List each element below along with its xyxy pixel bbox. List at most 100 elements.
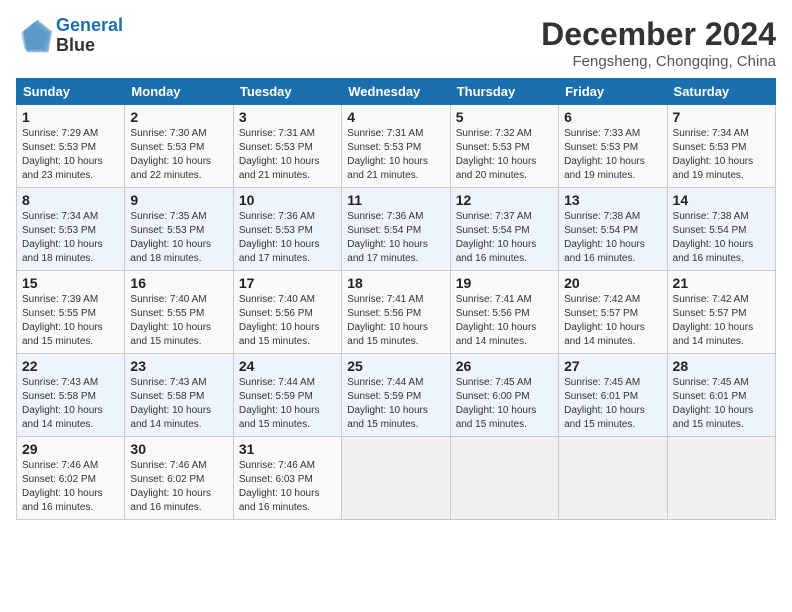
day-info: Sunrise: 7:41 AMSunset: 5:56 PMDaylight:… bbox=[456, 293, 553, 349]
header-tuesday: Tuesday bbox=[233, 79, 341, 105]
calendar-cell: 17 Sunrise: 7:40 AMSunset: 5:56 PMDaylig… bbox=[233, 271, 341, 354]
day-info: Sunrise: 7:42 AMSunset: 5:57 PMDaylight:… bbox=[564, 293, 661, 349]
day-info: Sunrise: 7:29 AMSunset: 5:53 PMDaylight:… bbox=[22, 127, 119, 183]
logo-line1: General bbox=[56, 15, 123, 35]
day-info: Sunrise: 7:36 AMSunset: 5:54 PMDaylight:… bbox=[347, 210, 444, 266]
day-info: Sunrise: 7:40 AMSunset: 5:56 PMDaylight:… bbox=[239, 293, 336, 349]
day-number: 14 bbox=[673, 192, 770, 208]
header-sunday: Sunday bbox=[17, 79, 125, 105]
calendar-cell: 30 Sunrise: 7:46 AMSunset: 6:02 PMDaylig… bbox=[125, 437, 233, 520]
calendar-cell: 29 Sunrise: 7:46 AMSunset: 6:02 PMDaylig… bbox=[17, 437, 125, 520]
day-number: 10 bbox=[239, 192, 336, 208]
calendar-cell: 27 Sunrise: 7:45 AMSunset: 6:01 PMDaylig… bbox=[559, 354, 667, 437]
day-info: Sunrise: 7:33 AMSunset: 5:53 PMDaylight:… bbox=[564, 127, 661, 183]
day-info: Sunrise: 7:32 AMSunset: 5:53 PMDaylight:… bbox=[456, 127, 553, 183]
calendar-table: SundayMondayTuesdayWednesdayThursdayFrid… bbox=[16, 78, 776, 520]
calendar-cell: 12 Sunrise: 7:37 AMSunset: 5:54 PMDaylig… bbox=[450, 188, 558, 271]
header-monday: Monday bbox=[125, 79, 233, 105]
calendar-week-2: 8 Sunrise: 7:34 AMSunset: 5:53 PMDayligh… bbox=[17, 188, 776, 271]
calendar-cell: 15 Sunrise: 7:39 AMSunset: 5:55 PMDaylig… bbox=[17, 271, 125, 354]
day-info: Sunrise: 7:46 AMSunset: 6:02 PMDaylight:… bbox=[130, 459, 227, 515]
day-info: Sunrise: 7:34 AMSunset: 5:53 PMDaylight:… bbox=[673, 127, 770, 183]
day-number: 24 bbox=[239, 358, 336, 374]
day-number: 3 bbox=[239, 109, 336, 125]
day-info: Sunrise: 7:35 AMSunset: 5:53 PMDaylight:… bbox=[130, 210, 227, 266]
calendar-cell: 7 Sunrise: 7:34 AMSunset: 5:53 PMDayligh… bbox=[667, 105, 775, 188]
calendar-cell bbox=[559, 437, 667, 520]
day-number: 30 bbox=[130, 441, 227, 457]
day-info: Sunrise: 7:31 AMSunset: 5:53 PMDaylight:… bbox=[239, 127, 336, 183]
logo-text: General Blue bbox=[56, 16, 123, 56]
day-info: Sunrise: 7:39 AMSunset: 5:55 PMDaylight:… bbox=[22, 293, 119, 349]
day-number: 25 bbox=[347, 358, 444, 374]
title-block: December 2024 Fengsheng, Chongqing, Chin… bbox=[541, 16, 776, 70]
header-friday: Friday bbox=[559, 79, 667, 105]
day-number: 22 bbox=[22, 358, 119, 374]
day-info: Sunrise: 7:31 AMSunset: 5:53 PMDaylight:… bbox=[347, 127, 444, 183]
calendar-cell: 13 Sunrise: 7:38 AMSunset: 5:54 PMDaylig… bbox=[559, 188, 667, 271]
calendar-cell: 25 Sunrise: 7:44 AMSunset: 5:59 PMDaylig… bbox=[342, 354, 450, 437]
day-number: 9 bbox=[130, 192, 227, 208]
calendar-cell: 24 Sunrise: 7:44 AMSunset: 5:59 PMDaylig… bbox=[233, 354, 341, 437]
calendar-week-3: 15 Sunrise: 7:39 AMSunset: 5:55 PMDaylig… bbox=[17, 271, 776, 354]
calendar-cell: 19 Sunrise: 7:41 AMSunset: 5:56 PMDaylig… bbox=[450, 271, 558, 354]
calendar-cell: 26 Sunrise: 7:45 AMSunset: 6:00 PMDaylig… bbox=[450, 354, 558, 437]
day-number: 19 bbox=[456, 275, 553, 291]
day-number: 28 bbox=[673, 358, 770, 374]
page-header: General Blue December 2024 Fengsheng, Ch… bbox=[16, 16, 776, 70]
day-number: 5 bbox=[456, 109, 553, 125]
calendar-cell bbox=[450, 437, 558, 520]
day-number: 2 bbox=[130, 109, 227, 125]
day-info: Sunrise: 7:41 AMSunset: 5:56 PMDaylight:… bbox=[347, 293, 444, 349]
calendar-cell: 31 Sunrise: 7:46 AMSunset: 6:03 PMDaylig… bbox=[233, 437, 341, 520]
calendar-cell: 6 Sunrise: 7:33 AMSunset: 5:53 PMDayligh… bbox=[559, 105, 667, 188]
day-number: 15 bbox=[22, 275, 119, 291]
day-number: 23 bbox=[130, 358, 227, 374]
calendar-cell: 28 Sunrise: 7:45 AMSunset: 6:01 PMDaylig… bbox=[667, 354, 775, 437]
day-number: 1 bbox=[22, 109, 119, 125]
calendar-cell: 20 Sunrise: 7:42 AMSunset: 5:57 PMDaylig… bbox=[559, 271, 667, 354]
logo: General Blue bbox=[16, 16, 123, 56]
calendar-cell bbox=[342, 437, 450, 520]
day-number: 8 bbox=[22, 192, 119, 208]
calendar-subtitle: Fengsheng, Chongqing, China bbox=[541, 53, 776, 70]
calendar-week-1: 1 Sunrise: 7:29 AMSunset: 5:53 PMDayligh… bbox=[17, 105, 776, 188]
header-saturday: Saturday bbox=[667, 79, 775, 105]
header-thursday: Thursday bbox=[450, 79, 558, 105]
calendar-cell: 1 Sunrise: 7:29 AMSunset: 5:53 PMDayligh… bbox=[17, 105, 125, 188]
calendar-cell: 4 Sunrise: 7:31 AMSunset: 5:53 PMDayligh… bbox=[342, 105, 450, 188]
day-number: 7 bbox=[673, 109, 770, 125]
day-info: Sunrise: 7:40 AMSunset: 5:55 PMDaylight:… bbox=[130, 293, 227, 349]
day-info: Sunrise: 7:44 AMSunset: 5:59 PMDaylight:… bbox=[347, 376, 444, 432]
day-info: Sunrise: 7:38 AMSunset: 5:54 PMDaylight:… bbox=[564, 210, 661, 266]
day-info: Sunrise: 7:37 AMSunset: 5:54 PMDaylight:… bbox=[456, 210, 553, 266]
day-number: 6 bbox=[564, 109, 661, 125]
day-info: Sunrise: 7:45 AMSunset: 6:00 PMDaylight:… bbox=[456, 376, 553, 432]
day-info: Sunrise: 7:44 AMSunset: 5:59 PMDaylight:… bbox=[239, 376, 336, 432]
calendar-cell: 21 Sunrise: 7:42 AMSunset: 5:57 PMDaylig… bbox=[667, 271, 775, 354]
day-number: 17 bbox=[239, 275, 336, 291]
calendar-cell: 8 Sunrise: 7:34 AMSunset: 5:53 PMDayligh… bbox=[17, 188, 125, 271]
calendar-week-5: 29 Sunrise: 7:46 AMSunset: 6:02 PMDaylig… bbox=[17, 437, 776, 520]
calendar-cell: 18 Sunrise: 7:41 AMSunset: 5:56 PMDaylig… bbox=[342, 271, 450, 354]
day-number: 27 bbox=[564, 358, 661, 374]
day-info: Sunrise: 7:38 AMSunset: 5:54 PMDaylight:… bbox=[673, 210, 770, 266]
day-info: Sunrise: 7:36 AMSunset: 5:53 PMDaylight:… bbox=[239, 210, 336, 266]
day-info: Sunrise: 7:46 AMSunset: 6:02 PMDaylight:… bbox=[22, 459, 119, 515]
day-number: 21 bbox=[673, 275, 770, 291]
logo-icon bbox=[16, 18, 52, 54]
day-info: Sunrise: 7:45 AMSunset: 6:01 PMDaylight:… bbox=[564, 376, 661, 432]
day-number: 4 bbox=[347, 109, 444, 125]
day-info: Sunrise: 7:43 AMSunset: 5:58 PMDaylight:… bbox=[130, 376, 227, 432]
calendar-cell: 16 Sunrise: 7:40 AMSunset: 5:55 PMDaylig… bbox=[125, 271, 233, 354]
day-info: Sunrise: 7:43 AMSunset: 5:58 PMDaylight:… bbox=[22, 376, 119, 432]
day-number: 20 bbox=[564, 275, 661, 291]
day-number: 31 bbox=[239, 441, 336, 457]
calendar-cell: 5 Sunrise: 7:32 AMSunset: 5:53 PMDayligh… bbox=[450, 105, 558, 188]
calendar-week-4: 22 Sunrise: 7:43 AMSunset: 5:58 PMDaylig… bbox=[17, 354, 776, 437]
day-number: 12 bbox=[456, 192, 553, 208]
calendar-cell: 2 Sunrise: 7:30 AMSunset: 5:53 PMDayligh… bbox=[125, 105, 233, 188]
calendar-cell: 22 Sunrise: 7:43 AMSunset: 5:58 PMDaylig… bbox=[17, 354, 125, 437]
header-wednesday: Wednesday bbox=[342, 79, 450, 105]
calendar-header-row: SundayMondayTuesdayWednesdayThursdayFrid… bbox=[17, 79, 776, 105]
